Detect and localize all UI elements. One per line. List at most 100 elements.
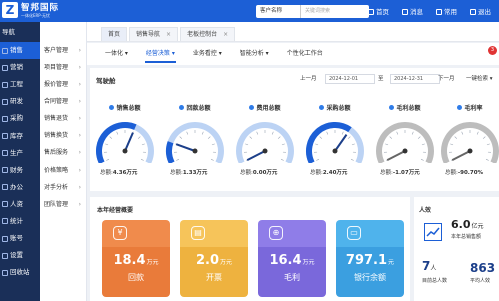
gauge-tick [106, 158, 110, 161]
gauge-tick [186, 131, 189, 135]
kpi-label: 毛利 [284, 273, 300, 282]
gauge-label: 费用总额 [230, 103, 300, 112]
gauge-hub [122, 148, 128, 154]
gauge-needle [334, 134, 348, 152]
kpi-icon: ⊕ [269, 226, 283, 240]
gauge-tick [256, 131, 259, 135]
kpi-gauge: 销售总额 总额:4.36万元 [90, 96, 160, 191]
cockpit-card: 驾驶舱 上一月 2024-12-01 至 2024-12-31 下一月 一键检索… [90, 68, 499, 191]
gauge-tick [316, 158, 320, 161]
kpi-gauge: 毛利总额 总额:-1.07万元 [370, 96, 440, 191]
module-item[interactable]: 工程 [0, 76, 40, 93]
module-item[interactable]: 人资 [0, 196, 40, 213]
trend-chart-icon [424, 223, 442, 241]
search-scope-select[interactable]: 客户名称 [256, 5, 301, 18]
kpi-value: 18.4万元 [113, 253, 159, 268]
submenu-item[interactable]: 销售换货 [40, 127, 86, 144]
gauge-total: 总额:-90.70% [445, 170, 484, 176]
page-tab[interactable]: 首页 [101, 27, 128, 41]
gauge-tick [326, 131, 329, 135]
module-item[interactable]: 营销 [0, 59, 40, 76]
kpi-label: 开票 [206, 273, 222, 282]
module-item[interactable]: 办公 [0, 179, 40, 196]
gauge-hub [262, 148, 268, 154]
end-date-input[interactable]: 2024-12-31 [390, 74, 440, 84]
page-tab[interactable]: 老板控制台 × [180, 27, 236, 41]
gauge-tick [211, 143, 215, 146]
dashboard-nav-item[interactable]: 智能分析 ▾ [232, 43, 277, 65]
notification-badge[interactable]: 3 [488, 46, 497, 55]
gauge-dial [441, 122, 499, 163]
summary-kpi-card[interactable]: ▭ 797.1元 银行余额 [336, 220, 404, 297]
gauge-tick [350, 158, 354, 161]
module-item[interactable]: 研发 [0, 93, 40, 110]
brand-logo[interactable]: Z 智邦国际 一体化ERP·无忧 [2, 2, 59, 18]
module-item[interactable]: 账号 [0, 230, 40, 247]
gauge-tick [141, 143, 145, 146]
next-month-button[interactable]: 下一月 [438, 74, 455, 84]
gauge-tick [482, 136, 486, 139]
module-item[interactable]: 财务 [0, 162, 40, 179]
module-icon [2, 201, 8, 208]
dashboard-nav-item[interactable]: 业务看控 ▾ [185, 43, 230, 65]
submenu-item[interactable]: 售后服务 [40, 144, 86, 161]
submenu-item[interactable]: 价格策略 [40, 162, 86, 179]
gauge-dial [306, 122, 364, 163]
kpi-gauge: 回款总额 总额:1.33万元 [160, 96, 230, 191]
submenu-item[interactable]: 合同管理 [40, 93, 86, 110]
one-click-search-button[interactable]: 一键检索 ▾ [466, 74, 493, 84]
dashboard-nav: 一体化 ▾ 经营决策 ▾ 业务看控 ▾ 智能分析 ▾ 个性化工作台 [87, 43, 499, 65]
module-icon [2, 167, 8, 174]
dashboard-nav-item[interactable]: 一体化 ▾ [97, 43, 136, 65]
module-item[interactable]: 回收站 [0, 264, 40, 281]
nav-head: 导航 [2, 28, 15, 36]
gauge-total: 总额:2.40万元 [310, 170, 348, 176]
top-bar: Z 智邦国际 一体化ERP·无忧 客户名称 关键词搜索 首页 消息 常用 退出 [0, 0, 499, 22]
gauge-tick [486, 143, 490, 146]
kpi-label: 银行余额 [354, 273, 386, 282]
gauge-tick [280, 158, 284, 161]
search-input[interactable]: 关键词搜索 [301, 5, 369, 18]
favorites-link[interactable]: 常用 [436, 6, 457, 16]
summary-kpi-card[interactable]: ⊕ 16.4万元 毛利 [258, 220, 326, 297]
prev-month-button[interactable]: 上一月 [300, 74, 317, 84]
submenu-item[interactable]: 客户管理 [40, 42, 86, 59]
gauge-icon [389, 105, 395, 110]
gauge-hub [402, 148, 408, 154]
submenu-item[interactable]: 销售退货 [40, 110, 86, 127]
dashboard-nav-item[interactable]: 个性化工作台 [279, 43, 331, 65]
start-date-input[interactable]: 2024-12-01 [325, 74, 375, 84]
gauge-tick [417, 136, 421, 139]
submenu-item[interactable]: 项目管理 [40, 59, 86, 76]
gauge-tick [137, 136, 141, 139]
gauge-tick [179, 136, 183, 139]
submenu-item[interactable]: 对手分析 [40, 179, 86, 196]
module-item[interactable]: 设置 [0, 247, 40, 264]
message-link[interactable]: 消息 [402, 6, 423, 16]
summary-kpi-card[interactable]: ¥18.4万元 回款 [102, 220, 170, 297]
gauge-total: 总额:4.36万元 [100, 170, 138, 176]
gauge-icon [179, 105, 185, 110]
page-tab[interactable]: 销售导航 × [129, 27, 179, 41]
date-range-separator: 至 [378, 76, 384, 82]
module-item[interactable]: 采购 [0, 110, 40, 127]
annual-summary-card: 本年经营概要 ¥18.4万元 回款 ▤ 2.0万元 开票 ⊕ 16.4万元 毛利 ▭ 797.1元… [90, 197, 410, 301]
gauge-needle [246, 150, 266, 161]
gauge-tick [210, 158, 214, 161]
submenu-item[interactable]: 团队管理 [40, 196, 86, 213]
module-item[interactable]: 生产 [0, 145, 40, 162]
module-item[interactable]: 库存 [0, 127, 40, 144]
close-icon[interactable]: × [166, 31, 171, 38]
gauge-tick [201, 131, 204, 135]
gauge-fill [166, 141, 175, 163]
module-item[interactable]: 销售 [0, 42, 40, 60]
summary-kpi-card[interactable]: ▤ 2.0万元 开票 [180, 220, 248, 297]
kpi-icon: ¥ [113, 226, 127, 240]
dashboard-nav-item[interactable]: 经营决策 ▾ [138, 43, 183, 65]
gauge-tick [105, 143, 109, 146]
module-item[interactable]: 统计 [0, 213, 40, 230]
home-link[interactable]: 首页 [368, 6, 389, 16]
close-icon[interactable]: × [223, 31, 228, 38]
submenu-item[interactable]: 报价管理 [40, 76, 86, 93]
logout-link[interactable]: 退出 [470, 6, 491, 16]
